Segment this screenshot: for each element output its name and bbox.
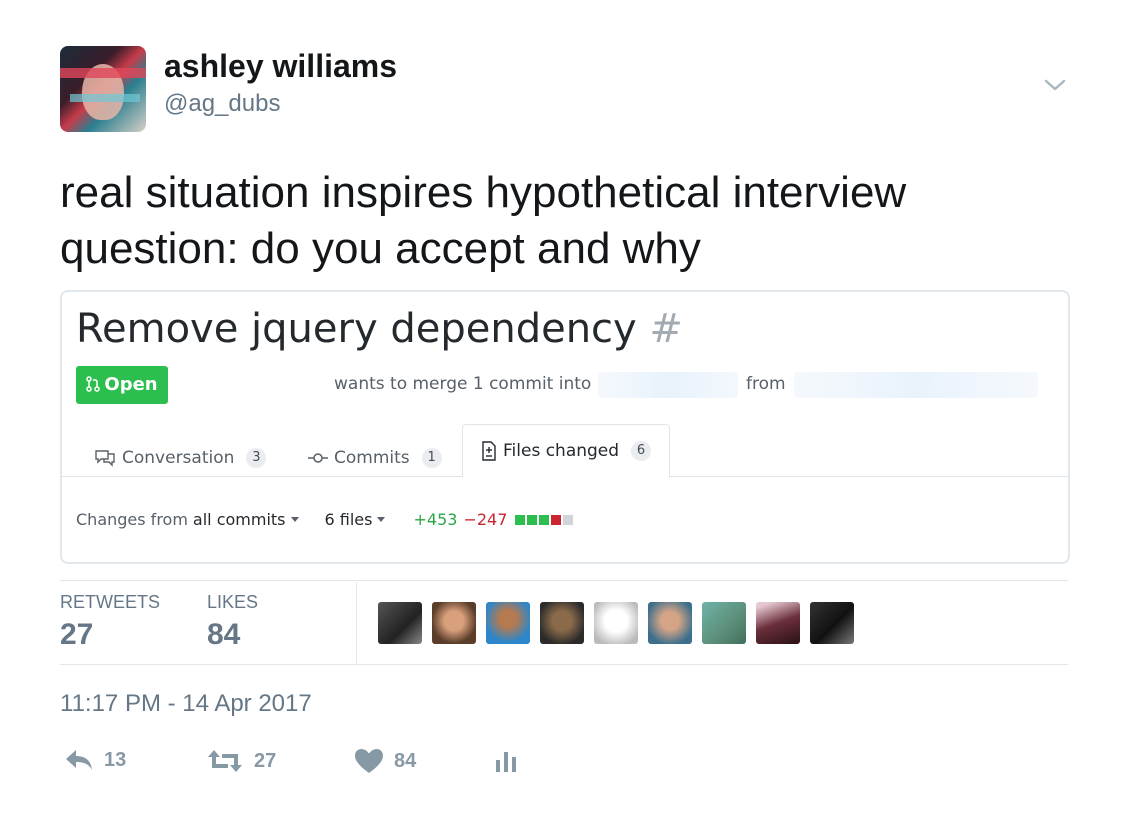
tweet-timestamp[interactable]: 11:17 PM - 14 Apr 2017: [60, 690, 312, 718]
liker-avatar[interactable]: [540, 602, 584, 644]
diffstat-block: [515, 514, 526, 525]
pr-title-text: Remove jquery dependency: [76, 306, 637, 352]
additions-count: +453: [413, 510, 458, 529]
tab-label: Conversation: [122, 448, 235, 468]
merge-description: wants to merge 1 commit into: [334, 374, 592, 394]
liker-avatar[interactable]: [486, 602, 530, 644]
tab-counter: 3: [246, 448, 267, 468]
redacted-branch: [794, 372, 1038, 398]
liker-avatar[interactable]: [378, 602, 422, 644]
liker-avatar[interactable]: [432, 602, 476, 644]
diffstat-block: [527, 514, 538, 525]
avatar-glitch-band: [70, 94, 140, 102]
pr-status-label: Open: [104, 374, 158, 395]
retweet-icon: [208, 750, 242, 772]
heart-icon: [355, 749, 383, 773]
diffstat-block: [551, 514, 562, 525]
liker-avatar[interactable]: [594, 602, 638, 644]
likes-label[interactable]: LIKES: [207, 592, 258, 613]
author-avatar[interactable]: [60, 46, 146, 132]
liker-avatars: [378, 602, 854, 644]
stats-divider-top: [60, 580, 1068, 581]
changes-from-label: Changes from: [76, 510, 188, 529]
reply-icon: [66, 750, 92, 770]
liker-avatar[interactable]: [648, 602, 692, 644]
analytics-button[interactable]: [494, 748, 520, 774]
liker-avatar[interactable]: [702, 602, 746, 644]
pr-number: #: [649, 306, 683, 352]
diffstat-block: [563, 514, 574, 525]
retweet-button[interactable]: 27: [206, 748, 276, 774]
author-handle[interactable]: @ag_dubs: [164, 90, 280, 118]
liker-avatar[interactable]: [810, 602, 854, 644]
retweet-count: 27: [254, 749, 277, 772]
caret-down-icon: [290, 517, 299, 522]
tab-conversation[interactable]: Conversation 3: [94, 440, 267, 476]
files-toolbar: Changes from all commits 6 files +453 −2…: [76, 510, 574, 529]
diffstat-blocks: [515, 514, 574, 525]
like-button[interactable]: 84: [354, 748, 416, 774]
pr-status-badge: Open: [76, 366, 168, 404]
tab-counter: 6: [631, 441, 652, 461]
tab-counter: 1: [421, 448, 442, 468]
changes-from-select[interactable]: all commits: [193, 510, 286, 529]
file-diff-icon: [482, 441, 496, 461]
deletions-count: −247: [463, 510, 508, 529]
diffstat-block: [539, 514, 550, 525]
liker-avatar[interactable]: [756, 602, 800, 644]
tab-label: Commits: [334, 448, 410, 468]
tab-files-changed[interactable]: Files changed 6: [462, 424, 671, 478]
stats-vertical-divider: [356, 582, 357, 664]
likes-count[interactable]: 84: [207, 618, 240, 652]
files-select[interactable]: 6 files: [325, 510, 373, 529]
avatar-glitch-band: [60, 68, 146, 78]
like-count: 84: [394, 749, 417, 772]
embedded-image[interactable]: Remove jquery dependency # Open wants to…: [60, 290, 1070, 564]
reply-count: 13: [104, 748, 127, 771]
chevron-down-icon[interactable]: [1040, 70, 1070, 100]
retweets-count[interactable]: 27: [60, 618, 93, 652]
author-name[interactable]: ashley williams: [164, 48, 397, 85]
commit-icon: [308, 453, 328, 463]
analytics-icon: [496, 752, 516, 772]
pr-title: Remove jquery dependency #: [76, 306, 683, 352]
comment-discussion-icon: [95, 450, 115, 467]
stats-divider-bottom: [60, 664, 1068, 665]
pull-request-icon: [86, 376, 101, 392]
reply-button[interactable]: 13: [64, 748, 126, 772]
redacted-branch: [598, 372, 738, 398]
caret-down-icon: [377, 517, 386, 522]
tab-label: Files changed: [503, 441, 620, 461]
retweets-label[interactable]: RETWEETS: [60, 592, 160, 613]
from-label: from: [746, 374, 786, 394]
tweet-text: real situation inspires hypothetical int…: [60, 168, 907, 273]
tab-commits[interactable]: Commits 1: [308, 440, 442, 476]
